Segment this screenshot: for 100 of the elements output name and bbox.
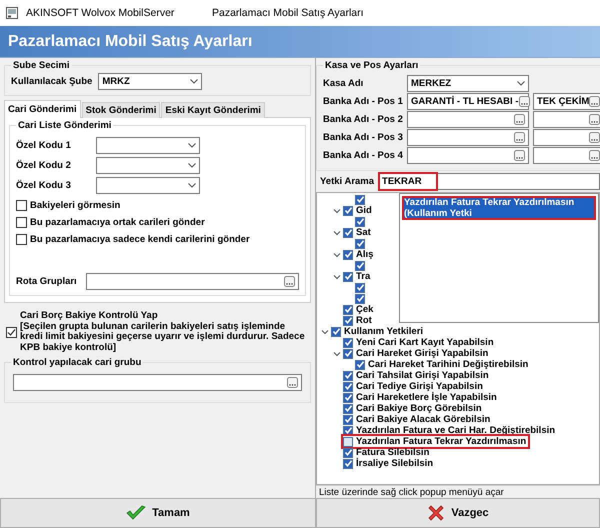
checkbox[interactable] — [343, 206, 353, 216]
tab[interactable]: Stok Gönderimi — [82, 102, 160, 118]
list-item[interactable]: Yazdırılan Fatura Tekrar Yazdırılmasın (Kullanım Yetki — [402, 196, 596, 220]
tree-item[interactable]: Fatura Silebilsin — [356, 447, 430, 458]
lookup-field[interactable] — [533, 111, 600, 128]
cancel-button[interactable]: Vazgec — [316, 498, 600, 528]
lookup-field[interactable] — [86, 273, 299, 290]
field-label: Banka Adı - Pos 1 — [323, 96, 403, 107]
dropdown[interactable] — [96, 157, 200, 174]
ok-button[interactable]: Tamam — [0, 498, 316, 528]
tree-item[interactable]: Cari Tahsilat Girişi Yapabilsin — [356, 370, 489, 381]
checkbox[interactable] — [355, 294, 365, 304]
checkbox[interactable] — [343, 458, 353, 468]
caret-icon — [188, 143, 196, 148]
checkbox[interactable] — [355, 238, 365, 248]
checkbox[interactable] — [355, 216, 365, 226]
checkbox[interactable] — [343, 250, 353, 260]
lookup-field[interactable] — [407, 111, 529, 128]
tree-item[interactable]: İrsaliye Silebilsin — [356, 458, 434, 469]
tab[interactable]: Cari Gönderimi — [4, 100, 81, 118]
checkbox-label: Bakiyeleri görmesin — [30, 200, 120, 211]
checkbox[interactable] — [343, 272, 353, 282]
tree-item[interactable]: Cari Hareket Girişi Yapabilsin — [356, 348, 488, 359]
checkbox[interactable] — [343, 448, 353, 458]
tree-item[interactable]: Tra — [356, 271, 370, 282]
tree-item[interactable]: Cari Bakiye Alacak Görebilsin — [356, 414, 490, 425]
checkbox[interactable] — [355, 282, 365, 292]
ellipsis-icon[interactable] — [589, 132, 600, 143]
ellipsis-icon[interactable] — [589, 114, 600, 125]
lookup-field[interactable] — [407, 129, 529, 146]
ellipsis-icon[interactable] — [589, 150, 600, 161]
field-label: Banka Adı - Pos 4 — [323, 150, 403, 161]
checkbox[interactable] — [343, 404, 353, 414]
checkbox[interactable] — [343, 348, 353, 358]
tree-item[interactable]: Yazdırılan Fatura Tekrar Yazdırılmasın — [356, 436, 526, 447]
ellipsis-icon[interactable] — [589, 96, 600, 107]
checkbox[interactable] — [355, 360, 365, 370]
ellipsis-icon[interactable] — [284, 276, 295, 287]
chevron-icon[interactable] — [333, 250, 341, 258]
dropdown[interactable] — [96, 137, 200, 154]
lookup-field[interactable] — [13, 374, 302, 391]
tree-item[interactable]: Kullanım Yetkileri — [344, 326, 424, 337]
ellipsis-icon[interactable] — [514, 132, 525, 143]
lookup-field[interactable] — [533, 147, 600, 164]
checkbox[interactable] — [16, 234, 27, 245]
tree-item[interactable]: Yazdırılan Fatura ve Cari Har. Değiştirebilsin — [356, 425, 556, 436]
app-icon — [6, 7, 18, 19]
note-text: [Seçilen grupta bulunan carilerin bakiyeleri satış işleminde kredi limit bakiyesini geçerse uyarır ve işlemi durdurur. Sadece KPB bakiye kontrolü] — [20, 322, 306, 353]
chevron-icon[interactable] — [333, 206, 341, 214]
checkbox[interactable] — [343, 392, 353, 402]
chevron-icon[interactable] — [333, 272, 341, 280]
checkbox[interactable] — [6, 326, 17, 338]
checkbox[interactable] — [343, 338, 353, 348]
lookup-field[interactable] — [407, 147, 529, 164]
checkbox[interactable] — [16, 217, 27, 228]
lookup-field[interactable] — [533, 129, 600, 146]
checkbox[interactable] — [343, 414, 353, 424]
caret-icon — [517, 81, 525, 86]
caret-icon — [188, 183, 196, 188]
checkbox[interactable] — [355, 194, 365, 204]
checkbox-label: Bu pazarlamacıya sadece kendi carilerini gönder — [30, 234, 250, 245]
dropdown[interactable]: MERKEZ — [407, 75, 529, 92]
tree-item[interactable]: Cari Tediye Girişi Yapabilsin — [356, 381, 483, 392]
chevron-icon[interactable] — [321, 328, 329, 336]
checkbox[interactable] — [343, 382, 353, 392]
checkbox-label: Bu pazarlamacıya ortak carileri gönder — [30, 217, 205, 228]
search-field[interactable]: TEKRAR — [378, 173, 600, 190]
checkbox[interactable] — [331, 326, 341, 336]
field-label: Banka Adı - Pos 2 — [323, 114, 403, 125]
chevron-icon[interactable] — [333, 228, 341, 236]
checkbox[interactable] — [343, 228, 353, 238]
checkbox[interactable] — [16, 200, 27, 211]
tree-item[interactable]: Cari Hareketlere İşle Yapabilsin — [356, 392, 497, 403]
ellipsis-icon[interactable] — [287, 377, 298, 388]
tree-item[interactable]: Gid — [356, 205, 372, 216]
ellipsis-icon[interactable] — [514, 114, 525, 125]
tree-item[interactable]: Rot — [356, 315, 372, 326]
checkbox[interactable] — [343, 436, 353, 446]
checkbox[interactable] — [343, 426, 353, 436]
tree-item[interactable]: Sat — [356, 227, 371, 238]
lookup-field[interactable]: TEK ÇEKİM — [533, 93, 600, 110]
lookup-field[interactable]: GARANTİ - TL HESABI - — [407, 93, 529, 110]
ellipsis-icon[interactable] — [514, 150, 525, 161]
dropdown[interactable] — [96, 177, 200, 194]
checkbox[interactable] — [343, 304, 353, 314]
dropdown[interactable]: MRKZ — [98, 73, 202, 90]
ellipsis-icon[interactable] — [518, 96, 530, 107]
app-title: AKINSOFT Wolvox MobilServer — [26, 7, 174, 19]
field-label: Özel Kodu 2 — [16, 160, 72, 171]
checkbox[interactable] — [355, 260, 365, 270]
tree-item[interactable]: Çek — [356, 304, 374, 315]
tree-item[interactable]: Cari Hareket Tarihini Değiştirebilsin — [368, 359, 528, 370]
checkbox[interactable] — [343, 316, 353, 326]
chevron-icon[interactable] — [333, 350, 341, 358]
checkmark-icon — [126, 505, 146, 521]
tree-item[interactable]: Cari Bakiye Borç Görebilsin — [356, 403, 482, 414]
checkbox[interactable] — [343, 370, 353, 380]
tab[interactable]: Eski Kayıt Gönderimi — [161, 102, 265, 118]
tree-item[interactable]: Yeni Cari Kart Kayıt Yapabilsin — [356, 337, 494, 348]
tree-item[interactable]: Alış — [356, 249, 374, 260]
